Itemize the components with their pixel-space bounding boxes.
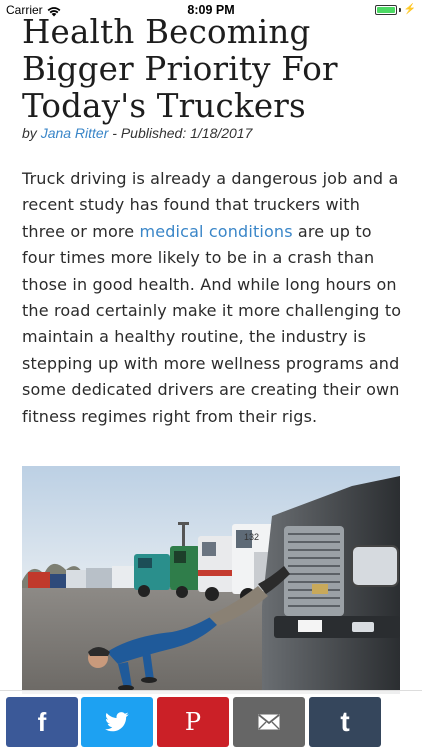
article-photo: 132 [22,466,400,694]
article-title: Health Becoming Bigger Priority For Toda… [22,13,338,125]
article-byline: by Jana Ritter - Published: 1/18/2017 [22,125,252,141]
share-bar: f P t [0,690,422,751]
share-facebook-button[interactable]: f [6,697,78,747]
body-text-part2: are up to four times more likely to be i… [22,221,402,426]
share-email-button[interactable] [233,697,305,747]
byline-prefix: by [22,125,41,141]
medical-conditions-link[interactable]: medical conditions [140,222,293,241]
article-body: Truck driving is already a dangerous job… [22,166,404,430]
twitter-icon [105,712,129,732]
pinterest-icon: P [184,708,202,736]
truck-number: 132 [244,532,259,542]
author-link[interactable]: Jana Ritter [41,125,109,141]
share-tumblr-button[interactable]: t [309,697,381,747]
battery-fill [376,6,395,13]
published-date: - Published: 1/18/2017 [108,125,253,141]
share-pinterest-button[interactable]: P [157,697,229,747]
tumblr-icon: t [340,706,350,737]
share-twitter-button[interactable] [81,697,153,747]
facebook-icon: f [37,706,47,737]
email-icon [258,714,280,730]
